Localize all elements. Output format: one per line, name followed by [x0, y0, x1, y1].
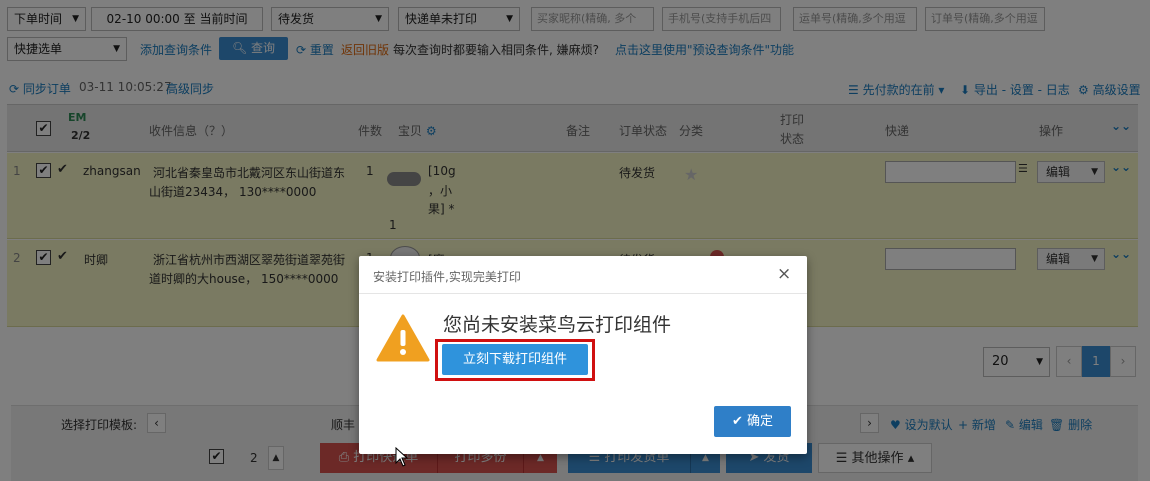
- warning-icon: [376, 314, 430, 362]
- check-icon: ✔: [731, 414, 743, 429]
- install-plugin-dialog: 安装打印插件,实现完美打印 × 您尚未安装菜鸟云打印组件 立刻下载打印组件 ✔ …: [359, 256, 807, 454]
- confirm-label: 确定: [747, 414, 774, 429]
- close-icon[interactable]: ×: [777, 264, 791, 284]
- dialog-message: 您尚未安装菜鸟云打印组件: [443, 314, 672, 336]
- confirm-button[interactable]: ✔ 确定: [714, 406, 791, 437]
- download-plugin-button[interactable]: 立刻下载打印组件: [442, 344, 588, 375]
- mouse-cursor-icon: [395, 447, 409, 467]
- dialog-title: 安装打印插件,实现完美打印: [373, 270, 521, 284]
